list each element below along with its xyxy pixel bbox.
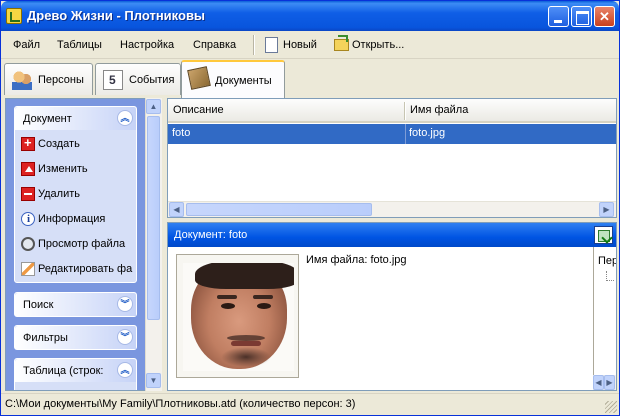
document-panel: Документ ︽ Создать Изменить Удалить	[14, 106, 137, 283]
persons-icon	[12, 70, 32, 90]
search-panel-header[interactable]: Поиск ︾	[15, 293, 136, 316]
task-pane: Документ ︽ Создать Изменить Удалить	[5, 98, 162, 391]
calendar-icon	[103, 70, 123, 90]
window-title: Древо Жизни - Плотниковы	[27, 8, 206, 23]
scroll-thumb[interactable]	[147, 116, 160, 320]
scroll-down-arrow-icon[interactable]: ▼	[146, 373, 161, 388]
search-panel-title: Поиск	[23, 299, 54, 311]
detail-title: Документ: foto	[174, 229, 248, 241]
export-icon[interactable]	[594, 226, 613, 244]
table-horizontal-scrollbar[interactable]: ◀ ▶	[168, 201, 616, 217]
task-info[interactable]: Информация	[15, 207, 136, 232]
tab-persons[interactable]: Персоны	[4, 63, 93, 95]
maximize-button[interactable]	[571, 6, 592, 27]
delete-icon	[21, 187, 35, 201]
menu-settings[interactable]: Настройка	[120, 39, 174, 51]
collapse-chevron-icon[interactable]: ︽	[117, 110, 133, 126]
open-button[interactable]: Открыть...	[352, 39, 404, 51]
close-button[interactable]: ✕	[594, 6, 615, 27]
new-document-icon[interactable]	[265, 37, 278, 53]
tree-app-icon	[6, 8, 22, 24]
documents-table: Описание Имя файла foto foto.jpg ◀ ▶	[167, 98, 617, 218]
tab-events[interactable]: События	[95, 63, 181, 95]
documents-icon	[187, 66, 211, 90]
search-panel: Поиск ︾	[14, 292, 137, 317]
resize-grip-icon[interactable]	[605, 401, 617, 413]
status-text: C:\Мои документы\My Family\Плотниковы.at…	[5, 398, 356, 410]
detail-header: Документ: foto	[168, 223, 616, 247]
cell-description: foto	[172, 127, 191, 139]
column-filename[interactable]: Имя файла	[410, 104, 468, 116]
expand-chevron-icon[interactable]: ︾	[117, 296, 133, 312]
add-icon	[21, 135, 35, 151]
task-view-file-label: Просмотр файла	[38, 238, 126, 250]
minimize-button[interactable]	[548, 6, 569, 27]
tree-connector	[606, 271, 614, 281]
linked-persons-list[interactable]: Пер	[593, 247, 616, 375]
scroll-left-arrow-icon[interactable]: ◀	[593, 375, 604, 390]
table-panel-header[interactable]: Таблица (строк: ︽	[15, 359, 136, 382]
document-detail-panel: Документ: foto Имя файла: foto.jpg Пер ◀	[167, 222, 617, 391]
magnifier-icon	[21, 237, 35, 251]
task-create-label: Создать	[38, 138, 80, 150]
cell-filename: foto.jpg	[409, 127, 446, 139]
column-divider[interactable]	[404, 102, 406, 120]
cell-divider	[405, 124, 406, 144]
menu-separator	[253, 35, 255, 55]
persons-horizontal-scrollbar[interactable]: ◀ ▶	[593, 375, 616, 390]
table-panel: Таблица (строк: ︽	[14, 358, 137, 390]
document-photo[interactable]	[183, 263, 294, 371]
status-bar: C:\Мои документы\My Family\Плотниковы.at…	[1, 393, 619, 415]
menu-tables[interactable]: Таблицы	[57, 39, 102, 51]
menu-help[interactable]: Справка	[193, 39, 236, 51]
task-edit[interactable]: Изменить	[15, 157, 136, 182]
task-edit-file-label: Редактировать фа	[38, 263, 133, 275]
title-bar[interactable]: Древо Жизни - Плотниковы ✕	[1, 1, 619, 31]
tab-documents[interactable]: Документы	[181, 60, 285, 98]
filters-panel-title: Фильтры	[23, 332, 68, 344]
app-window: Древо Жизни - Плотниковы ✕ Файл Таблицы …	[0, 0, 620, 416]
info-icon	[21, 212, 35, 226]
document-panel-header[interactable]: Документ ︽	[15, 107, 136, 130]
table-header: Описание Имя файла	[168, 99, 616, 123]
scroll-up-arrow-icon[interactable]: ▲	[146, 99, 161, 114]
task-edit-file[interactable]: Редактировать фа	[15, 257, 136, 282]
photo-frame	[176, 254, 299, 378]
menu-file[interactable]: Файл	[13, 39, 40, 51]
tab-strip: Персоны События Документы	[1, 59, 619, 98]
pencil-icon	[21, 262, 35, 276]
task-delete[interactable]: Удалить	[15, 182, 136, 207]
task-create[interactable]: Создать	[15, 132, 136, 157]
task-delete-label: Удалить	[38, 188, 80, 200]
file-name-info: Имя файла: foto.jpg	[306, 254, 407, 266]
task-info-label: Информация	[38, 213, 106, 225]
persons-label: Пер	[598, 255, 616, 267]
table-panel-title: Таблица (строк:	[23, 365, 104, 377]
scroll-right-arrow-icon[interactable]: ▶	[604, 375, 615, 390]
filters-panel-header[interactable]: Фильтры ︾	[15, 326, 136, 349]
open-folder-icon[interactable]	[334, 35, 349, 51]
face-image	[191, 263, 294, 369]
scroll-left-arrow-icon[interactable]: ◀	[169, 202, 184, 217]
menu-bar: Файл Таблицы Настройка Справка Новый Отк…	[1, 31, 619, 59]
expand-chevron-icon[interactable]: ︾	[117, 329, 133, 345]
tab-events-label: События	[129, 74, 175, 86]
edit-icon	[21, 162, 35, 176]
task-pane-scrollbar[interactable]: ▲ ▼	[145, 98, 162, 391]
task-view-file[interactable]: Просмотр файла	[15, 232, 136, 257]
table-row[interactable]: foto foto.jpg	[168, 124, 616, 144]
collapse-chevron-icon[interactable]: ︽	[117, 362, 133, 378]
tab-documents-label: Документы	[215, 75, 272, 87]
tab-persons-label: Персоны	[38, 74, 84, 86]
document-panel-title: Документ	[23, 113, 72, 125]
new-button[interactable]: Новый	[283, 39, 317, 51]
horizontal-scroll-thumb[interactable]	[186, 203, 372, 216]
task-edit-label: Изменить	[38, 163, 88, 175]
filters-panel: Фильтры ︾	[14, 325, 137, 350]
column-description[interactable]: Описание	[173, 104, 224, 116]
scroll-right-arrow-icon[interactable]: ▶	[599, 202, 614, 217]
